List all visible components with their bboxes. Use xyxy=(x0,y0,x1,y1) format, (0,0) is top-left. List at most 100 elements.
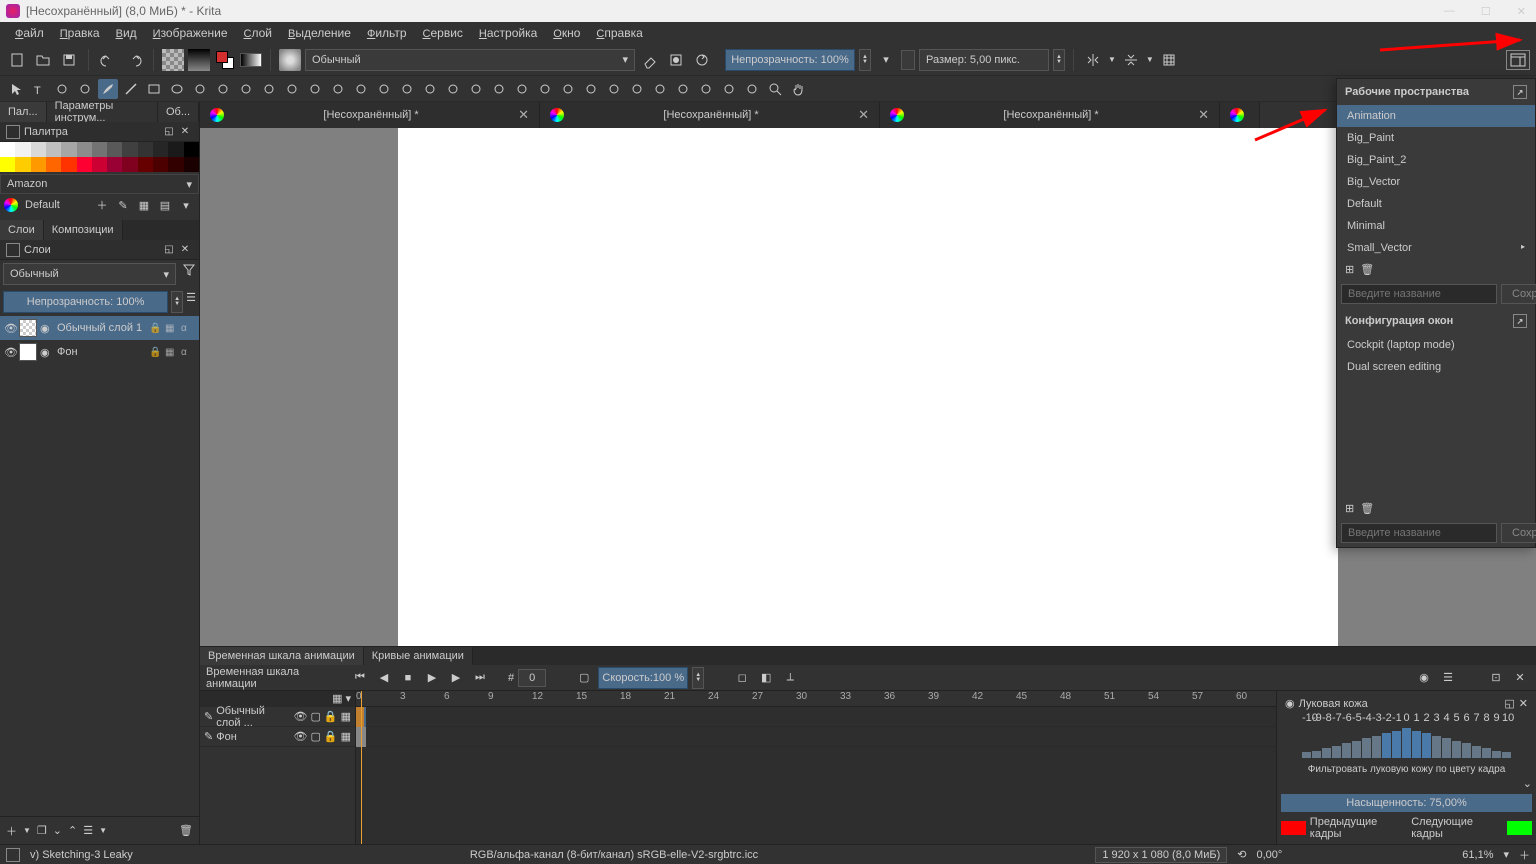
tool-select-bezier[interactable] xyxy=(719,79,739,99)
palette-name-combo[interactable]: Amazon▾ xyxy=(0,174,199,194)
layer-opacity-slider[interactable]: Непрозрачность: 100% xyxy=(3,291,168,313)
tool-multibrush[interactable] xyxy=(305,79,325,99)
gradient-picker[interactable] xyxy=(240,49,262,71)
menu-выделение[interactable]: Выделение xyxy=(281,24,358,42)
anim-settings3-button[interactable]: ⟂ xyxy=(780,668,800,688)
palette-color-swatch[interactable] xyxy=(107,142,122,157)
tool-select-rect[interactable] xyxy=(581,79,601,99)
tool-select-magnetic[interactable] xyxy=(742,79,762,99)
palette-color-swatch[interactable] xyxy=(31,142,46,157)
palette-color-swatch[interactable] xyxy=(61,142,76,157)
onion-bar[interactable] xyxy=(1352,741,1361,759)
workspace-float-button[interactable]: ↗ xyxy=(1513,85,1527,99)
onion-bar[interactable] xyxy=(1472,746,1481,759)
layer-properties-button[interactable]: ☰ xyxy=(83,824,93,837)
palette-color-swatch[interactable] xyxy=(153,157,168,172)
anim-close-button[interactable]: ✕ xyxy=(1510,668,1530,688)
workspace-name-input[interactable] xyxy=(1341,284,1497,304)
tool-crop[interactable] xyxy=(374,79,394,99)
palette-swatches-grid[interactable] xyxy=(0,142,199,172)
onion-float-button[interactable]: ◱ xyxy=(1504,697,1514,710)
menu-слой[interactable]: Слой xyxy=(237,24,279,42)
palette-color-swatch[interactable] xyxy=(168,157,183,172)
zoom-menu-button[interactable]: ▾ xyxy=(1503,848,1509,861)
tool-reference[interactable] xyxy=(558,79,578,99)
tool-assistant[interactable] xyxy=(512,79,532,99)
tool-calligraphy[interactable] xyxy=(75,79,95,99)
tool-bezier[interactable] xyxy=(236,79,256,99)
timeline-tab[interactable]: Временная шкала анимации xyxy=(200,647,364,665)
onion-close-button[interactable]: ✕ xyxy=(1519,697,1528,710)
drop-frames-button[interactable]: ▢ xyxy=(574,668,594,688)
gradient-swatch[interactable] xyxy=(188,49,210,71)
prev-frames-color[interactable] xyxy=(1281,821,1306,835)
menu-вид[interactable]: Вид xyxy=(109,24,144,42)
window-config-item[interactable]: Cockpit (laptop mode) xyxy=(1337,334,1535,356)
palette-add-button[interactable]: ＋ xyxy=(93,196,111,214)
new-file-button[interactable] xyxy=(6,49,28,71)
workspace-item[interactable]: Default xyxy=(1337,193,1535,215)
layers-tab[interactable]: Слои xyxy=(0,220,44,240)
onion-bar[interactable] xyxy=(1372,736,1381,759)
fg-bg-color-swatch[interactable] xyxy=(214,49,236,71)
palette-color-swatch[interactable] xyxy=(168,142,183,157)
zoom-plus-button[interactable]: ＋ xyxy=(1519,847,1530,863)
prev-keyframe-button[interactable]: ◀ xyxy=(374,668,394,688)
onion-expand-button[interactable]: ⌄ xyxy=(1281,777,1532,790)
onion-bar[interactable] xyxy=(1362,738,1371,758)
minimize-button[interactable]: ― xyxy=(1440,5,1459,18)
maximize-button[interactable]: ☐ xyxy=(1477,5,1495,18)
duplicate-layer-button[interactable]: ❐ xyxy=(37,824,47,837)
tool-select-free[interactable] xyxy=(650,79,670,99)
tool-brush[interactable] xyxy=(98,79,118,99)
palette-color-swatch[interactable] xyxy=(15,157,30,172)
float-layers-button[interactable]: ◱ xyxy=(161,242,177,258)
onion-bar[interactable] xyxy=(1332,746,1341,759)
add-layer-button[interactable]: ＋ xyxy=(6,823,17,839)
layer-menu-button[interactable]: ☰ xyxy=(186,291,196,313)
workspace-item[interactable]: Big_Paint_2 xyxy=(1337,149,1535,171)
next-frames-color[interactable] xyxy=(1507,821,1532,835)
tool-free-transform[interactable] xyxy=(397,79,417,99)
menu-изображение[interactable]: Изображение xyxy=(146,24,235,42)
anim-zoom-fit-button[interactable]: ⊡ xyxy=(1486,668,1506,688)
palette-color-swatch[interactable] xyxy=(153,142,168,157)
palette-color-swatch[interactable] xyxy=(92,157,107,172)
palette-tab[interactable]: Пал... xyxy=(0,102,47,122)
menu-настройка[interactable]: Настройка xyxy=(472,24,544,42)
onion-bar[interactable] xyxy=(1482,748,1491,758)
palette-grid1-button[interactable]: ▦ xyxy=(135,196,153,214)
close-tab-button[interactable]: ✕ xyxy=(518,107,529,123)
tool-dynamic[interactable] xyxy=(282,79,302,99)
tool-select-poly[interactable] xyxy=(627,79,647,99)
onion-bar[interactable] xyxy=(1402,728,1411,758)
canvas[interactable] xyxy=(398,128,1338,646)
tool-pattern[interactable] xyxy=(466,79,486,99)
timeline[interactable]: 0369121518212427303336394245485154576063… xyxy=(356,691,1276,844)
anim-menu-button[interactable]: ☰ xyxy=(1438,668,1458,688)
open-file-button[interactable] xyxy=(32,49,54,71)
onion-bar[interactable] xyxy=(1342,743,1351,758)
mirror-h-menu[interactable]: ▼ xyxy=(1108,55,1116,64)
workspace-save-button[interactable]: Сохранить xyxy=(1501,284,1536,304)
speed-slider[interactable]: Скорость:100 % xyxy=(598,667,688,689)
workspace-item[interactable]: Animation xyxy=(1337,105,1535,127)
onion-bar[interactable] xyxy=(1422,733,1431,758)
document-tab[interactable]: [Несохранённый] *✕ xyxy=(880,102,1220,128)
onion-bar[interactable] xyxy=(1432,736,1441,759)
tool-zoom[interactable] xyxy=(765,79,785,99)
palette-color-swatch[interactable] xyxy=(31,157,46,172)
tool-text[interactable]: T xyxy=(29,79,49,99)
palette-menu-button[interactable]: ▾ xyxy=(177,196,195,214)
size-spinner[interactable]: ▲▼ xyxy=(1053,49,1065,71)
onion-bar[interactable] xyxy=(1452,741,1461,759)
palette-color-swatch[interactable] xyxy=(61,157,76,172)
close-button[interactable]: ✕ xyxy=(1513,5,1530,18)
redo-button[interactable] xyxy=(123,49,145,71)
zoom-field[interactable]: 61,1% xyxy=(1462,849,1493,861)
palette-color-swatch[interactable] xyxy=(184,157,199,172)
play-button[interactable]: ▶ xyxy=(422,668,442,688)
palette-color-swatch[interactable] xyxy=(138,142,153,157)
timeline-track[interactable] xyxy=(356,727,1276,747)
timeline-ruler[interactable]: 0369121518212427303336394245485154576063… xyxy=(356,691,1276,707)
